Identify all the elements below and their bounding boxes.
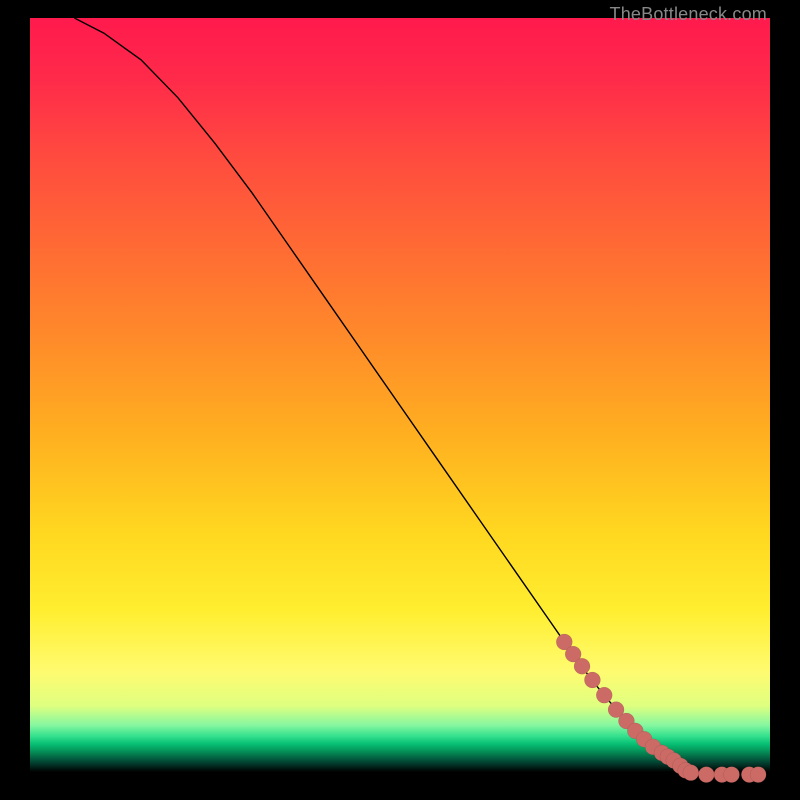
data-point (596, 687, 612, 703)
data-point (574, 658, 590, 674)
scatter-dots (556, 634, 766, 783)
data-point (698, 767, 714, 783)
data-point (683, 765, 699, 781)
data-point (724, 767, 740, 783)
chart-frame: TheBottleneck.com (0, 0, 800, 800)
data-point (584, 672, 600, 688)
data-point (750, 767, 766, 783)
chart-svg (30, 18, 770, 778)
curve-line (74, 18, 770, 777)
attribution-text: TheBottleneck.com (610, 4, 767, 25)
